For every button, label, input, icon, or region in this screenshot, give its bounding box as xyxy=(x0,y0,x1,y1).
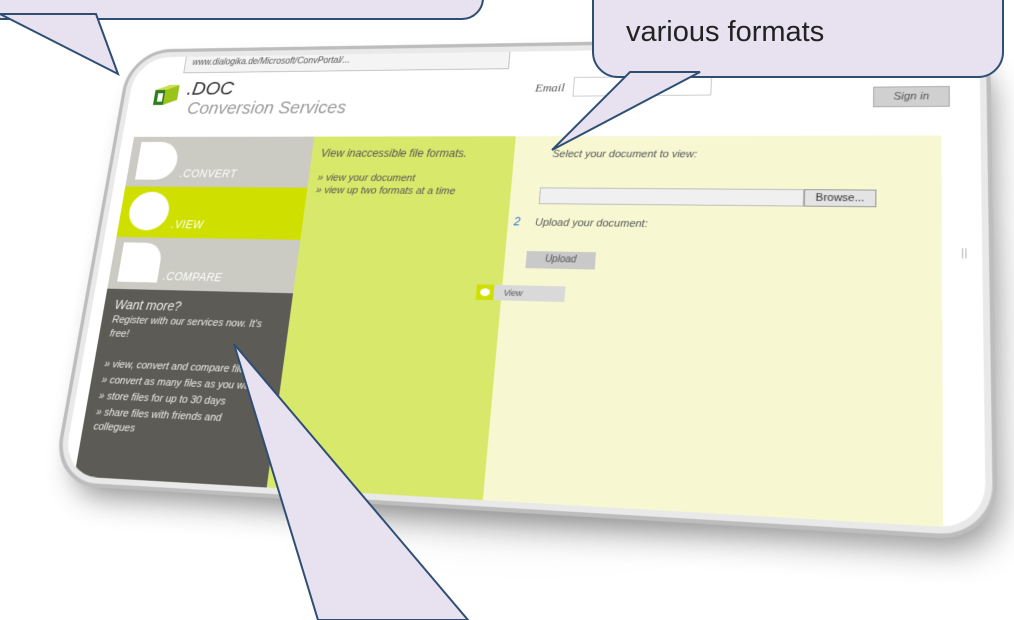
callout-tails xyxy=(0,13,701,620)
callout-tail-top-right xyxy=(551,71,701,151)
callout-tail-bottom xyxy=(233,343,470,620)
callout-tail-top-left xyxy=(0,13,120,77)
